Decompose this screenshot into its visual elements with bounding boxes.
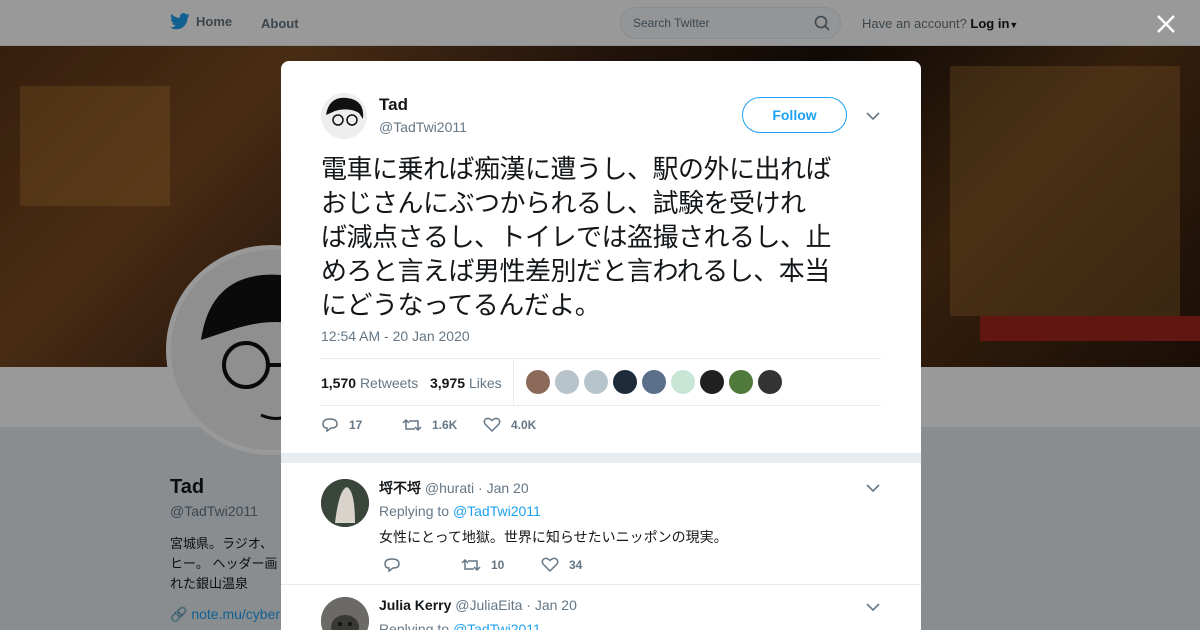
tweet-stats: 1,570 Retweets 3,975 Likes — [321, 358, 881, 406]
heart-icon[interactable] — [483, 417, 501, 433]
liker-avatar[interactable] — [642, 370, 666, 394]
avatar-drawing — [321, 479, 369, 527]
retweet-icon[interactable] — [461, 557, 481, 573]
retweets-label: Retweets — [359, 375, 419, 391]
retweets-stat[interactable]: 1,570 Retweets — [321, 375, 418, 391]
reply-tweet[interactable]: 埒不埒 @hurati · Jan 20 Replying to @TadTwi… — [281, 463, 921, 584]
like-action[interactable]: 34 — [541, 557, 582, 573]
tweet-text-line: ば減点さるし、トイレでは盗撮されるし、止 — [321, 223, 832, 253]
close-icon[interactable] — [1154, 12, 1178, 36]
tweet-modal: Tad @TadTwi2011 Follow 電車に乗れば痴漢に遭うし、駅の外に… — [281, 61, 921, 630]
tweet-author-avatar[interactable] — [321, 93, 367, 139]
likes-label: Likes — [468, 375, 502, 391]
reply-author-name[interactable]: 埒不埒 — [379, 480, 421, 496]
stats-divider — [513, 359, 514, 405]
chevron-down-icon[interactable] — [866, 602, 880, 612]
avatar-drawing — [321, 93, 367, 139]
liker-avatar[interactable] — [584, 370, 608, 394]
tweet-text-line: おじさんにぶつかられるし、試験を受けれ — [321, 189, 806, 219]
reply-date[interactable]: · Jan 20 — [478, 480, 529, 496]
replying-to: Replying to @TadTwi2011 — [379, 621, 541, 630]
likes-stat[interactable]: 3,975 Likes — [430, 375, 502, 391]
liker-avatar[interactable] — [555, 370, 579, 394]
follow-button[interactable]: Follow — [742, 97, 847, 133]
reply-icon[interactable] — [321, 417, 339, 433]
reply-action[interactable] — [383, 557, 411, 573]
tweet-text-line: 電車に乗れば痴漢に遭うし、駅の外に出れば — [321, 155, 832, 185]
liker-avatar[interactable] — [671, 370, 695, 394]
retweet-action[interactable]: 10 — [461, 557, 504, 573]
liker-avatar[interactable] — [700, 370, 724, 394]
reply-author-name[interactable]: Julia Kerry — [379, 597, 451, 613]
retweet-action[interactable]: 1.6K — [402, 417, 457, 433]
replying-to: Replying to @TadTwi2011 — [379, 503, 541, 519]
likes-count: 3,975 — [430, 375, 466, 391]
tweet-author-handle[interactable]: @TadTwi2011 — [379, 119, 467, 135]
tweet-text: 電車に乗れば痴漢に遭うし、駅の外に出れば おじさんにぶつかられるし、試験を受けれ… — [321, 153, 886, 323]
like-count: 34 — [569, 558, 583, 572]
liker-avatar[interactable] — [729, 370, 753, 394]
like-count: 4.0K — [511, 418, 537, 432]
like-action[interactable]: 4.0K — [483, 417, 536, 433]
heart-icon[interactable] — [541, 557, 559, 573]
liker-avatar[interactable] — [526, 370, 550, 394]
replying-to-link[interactable]: @TadTwi2011 — [453, 621, 541, 630]
reply-action[interactable]: 17 — [321, 417, 362, 433]
reply-count: 17 — [349, 418, 363, 432]
reply-tweet[interactable]: Julia Kerry @JuliaEita · Jan 20 Replying… — [281, 585, 921, 630]
retweet-count: 1.6K — [432, 418, 458, 432]
reply-avatar[interactable] — [321, 479, 369, 527]
retweet-count: 10 — [491, 558, 505, 572]
retweet-icon[interactable] — [402, 417, 422, 433]
replying-to-link[interactable]: @TadTwi2011 — [453, 503, 541, 519]
tweet-actions: 17 1.6K 4.0K — [321, 417, 881, 437]
reply-author-handle[interactable]: @JuliaEita — [455, 597, 522, 613]
replies-separator — [281, 453, 921, 463]
liker-avatar[interactable] — [758, 370, 782, 394]
chevron-down-icon[interactable] — [866, 483, 880, 493]
replying-prefix: Replying to — [379, 503, 450, 519]
reply-author-handle[interactable]: @hurati — [425, 480, 474, 496]
reply-avatar[interactable] — [321, 597, 369, 630]
reply-header: Julia Kerry @JuliaEita · Jan 20 — [379, 597, 577, 613]
tweet-text-line: めろと言えば男性差別だと言われるし、本当 — [321, 257, 830, 287]
replying-prefix: Replying to — [379, 621, 450, 630]
tweet-timestamp[interactable]: 12:54 AM - 20 Jan 2020 — [321, 328, 470, 344]
tweet-text-line: にどうなってるんだよ。 — [321, 291, 601, 321]
likers-avatars — [526, 370, 782, 394]
reply-date[interactable]: · Jan 20 — [526, 597, 577, 613]
retweets-count: 1,570 — [321, 375, 357, 391]
reply-header: 埒不埒 @hurati · Jan 20 — [379, 478, 529, 498]
reply-icon[interactable] — [383, 557, 401, 573]
chevron-down-icon[interactable] — [866, 111, 880, 121]
avatar-drawing — [321, 597, 369, 630]
reply-actions: 10 34 — [379, 557, 779, 577]
liker-avatar[interactable] — [613, 370, 637, 394]
reply-text: 女性にとって地獄。世界に知らせたいニッポンの現実。 — [379, 530, 728, 546]
tweet-author-name[interactable]: Tad — [379, 95, 408, 115]
